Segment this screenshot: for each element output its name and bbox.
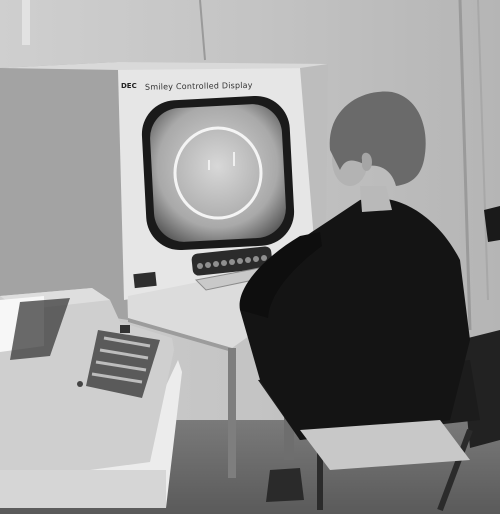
- console-title-label: Smiley Controlled Display: [144, 80, 253, 92]
- teletype-button: [120, 325, 130, 333]
- desk-leg: [228, 348, 236, 478]
- wall-pipe: [22, 0, 30, 45]
- photo-scene: DEC Smiley Controlled Display: [0, 0, 500, 514]
- teletype-table-shadow: [0, 470, 166, 508]
- console-cabinet-side: [0, 62, 128, 320]
- crt-screen: [150, 104, 286, 242]
- teletype-indicator: [77, 381, 83, 387]
- person-shoe: [266, 468, 304, 502]
- console-brand-label: DEC: [121, 82, 137, 90]
- photo-illustration: [0, 0, 500, 514]
- console-badge: [133, 271, 157, 289]
